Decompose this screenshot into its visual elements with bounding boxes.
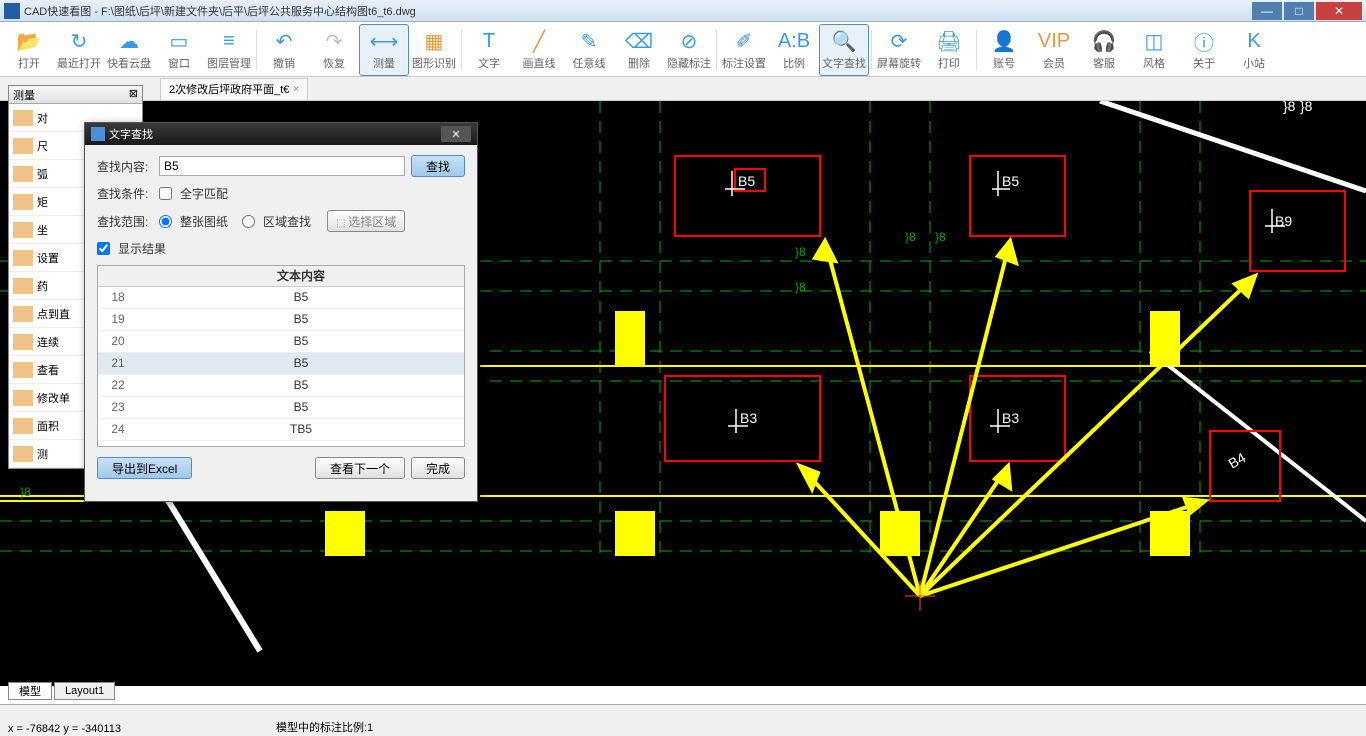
dialog-close-button[interactable]: ✕	[441, 126, 471, 142]
toolbar-风格[interactable]: ◫风格	[1129, 24, 1179, 76]
toolbar-标注设置[interactable]: ✐标注设置	[719, 24, 769, 76]
condition-label: 查找条件:	[97, 185, 153, 202]
toolbar-撤销[interactable]: ↶撤销	[259, 24, 309, 76]
show-results-checkbox[interactable]	[97, 242, 110, 255]
view-next-button[interactable]: 查看下一个	[315, 457, 405, 479]
svg-text:}8: }8	[20, 485, 31, 499]
result-row[interactable]: 22B5	[98, 374, 464, 396]
toolbar-屏幕旋转[interactable]: ⟳屏幕旋转	[874, 24, 924, 76]
scale-display: 模型中的标注比例:1	[276, 719, 373, 735]
model-tab[interactable]: 模型	[8, 682, 52, 700]
result-row[interactable]: 24TB5	[98, 418, 464, 440]
svg-text:}8: }8	[795, 245, 806, 259]
toolbar-文字[interactable]: T文字	[464, 24, 514, 76]
toolbar-删除[interactable]: ⌫删除	[614, 24, 664, 76]
layout-tabs: 模型 Layout1	[8, 682, 115, 700]
toolbar-关于[interactable]: ⓘ关于	[1179, 24, 1229, 76]
toolbar-会员[interactable]: VIP会员	[1029, 24, 1079, 76]
svg-text:}8: }8	[905, 230, 916, 244]
toolbar-文字查找[interactable]: 🔍文字查找	[819, 24, 869, 76]
toolbar-最近打开[interactable]: ↻最近打开	[54, 24, 104, 76]
dialog-title: 文字查找	[109, 126, 441, 142]
coordinates-display: x = -76842 y = -340113	[8, 723, 121, 735]
toolbar-画直线[interactable]: ╱画直线	[514, 24, 564, 76]
search-button[interactable]: 查找	[411, 155, 465, 177]
layout1-tab[interactable]: Layout1	[54, 682, 115, 700]
toolbar-窗口[interactable]: ▭窗口	[154, 24, 204, 76]
toolbar-隐藏标注[interactable]: ⊘隐藏标注	[664, 24, 714, 76]
toolbar-任意线[interactable]: ✎任意线	[564, 24, 614, 76]
dialog-titlebar[interactable]: 文字查找 ✕	[85, 123, 477, 145]
toolbar-打开[interactable]: 📂打开	[4, 24, 54, 76]
close-icon[interactable]: ×	[293, 84, 299, 95]
whole-drawing-radio[interactable]	[159, 215, 172, 228]
titlebar: CAD快速看图 - F:\图纸\后坪\新建文件夹\后平\后坪公共服务中心结构图t…	[0, 0, 1366, 22]
window-close[interactable]: ✕	[1316, 2, 1362, 20]
svg-text:B5: B5	[738, 173, 755, 189]
done-button[interactable]: 完成	[411, 457, 465, 479]
statusbar: x = -76842 y = -340113 模型中的标注比例:1	[0, 704, 1366, 736]
results-table[interactable]: 文本内容 18B519B520B521B522B523B524TB5	[97, 265, 465, 447]
search-content-label: 查找内容:	[97, 158, 153, 175]
text-find-dialog[interactable]: 文字查找 ✕ 查找内容: 查找 查找条件: 全字匹配 查找范围: 整张图纸 区域…	[84, 122, 478, 502]
result-row[interactable]: 21B5	[98, 352, 464, 374]
toolbar-打印[interactable]: 🖨打印	[924, 24, 974, 76]
toolbar-客服[interactable]: 🎧客服	[1079, 24, 1129, 76]
result-row[interactable]: 18B5	[98, 286, 464, 308]
select-region-button[interactable]: ⬚ 选择区域	[327, 210, 405, 232]
full-match-checkbox[interactable]	[159, 187, 172, 200]
svg-text:B5: B5	[1002, 173, 1019, 189]
svg-text:B3: B3	[1002, 410, 1019, 426]
window-minimize[interactable]: —	[1252, 2, 1282, 20]
region-radio[interactable]	[242, 215, 255, 228]
full-match-label: 全字匹配	[180, 185, 228, 202]
toolbar-快看云盘[interactable]: ☁快看云盘	[104, 24, 154, 76]
search-input[interactable]	[159, 156, 405, 176]
svg-text:B4: B4	[1226, 449, 1249, 472]
toolbar-账号[interactable]: 👤账号	[979, 24, 1029, 76]
scope-label: 查找范围:	[97, 213, 153, 230]
svg-text:}8: }8	[1283, 101, 1296, 114]
toolbar-图层管理[interactable]: ≡图层管理	[204, 24, 254, 76]
document-tab[interactable]: 2次修改后坪政府平面_t€ ×	[160, 78, 308, 100]
toolbar-测量[interactable]: ⟷测量	[359, 24, 409, 76]
result-row[interactable]: 23B5	[98, 396, 464, 418]
window-maximize[interactable]: □	[1284, 2, 1314, 20]
svg-text:}8: }8	[1300, 101, 1313, 114]
panel-close-icon[interactable]: ⊠	[129, 87, 138, 102]
svg-text:B3: B3	[740, 410, 757, 426]
main-toolbar: 📂打开↻最近打开☁快看云盘▭窗口≡图层管理↶撤销↷恢复⟷测量▦图形识别T文字╱画…	[0, 22, 1366, 77]
app-icon	[4, 3, 20, 19]
toolbar-恢复[interactable]: ↷恢复	[309, 24, 359, 76]
export-excel-button[interactable]: 导出到Excel	[97, 457, 192, 479]
result-row[interactable]: 19B5	[98, 308, 464, 330]
toolbar-小站[interactable]: K小站	[1229, 24, 1279, 76]
measure-panel-title: 测量 ⊠	[9, 86, 142, 104]
dialog-icon	[91, 127, 105, 141]
svg-text:}8: }8	[795, 280, 806, 294]
result-row[interactable]: 20B5	[98, 330, 464, 352]
toolbar-图形识别[interactable]: ▦图形识别	[409, 24, 459, 76]
document-tab-label: 2次修改后坪政府平面_t€	[169, 81, 289, 97]
window-title: CAD快速看图 - F:\图纸\后坪\新建文件夹\后平\后坪公共服务中心结构图t…	[24, 3, 1252, 19]
toolbar-比例[interactable]: A:B比例	[769, 24, 819, 76]
document-tabs-bar: 2次修改后坪政府平面_t€ ×	[0, 77, 1366, 101]
svg-text:}8: }8	[935, 230, 946, 244]
